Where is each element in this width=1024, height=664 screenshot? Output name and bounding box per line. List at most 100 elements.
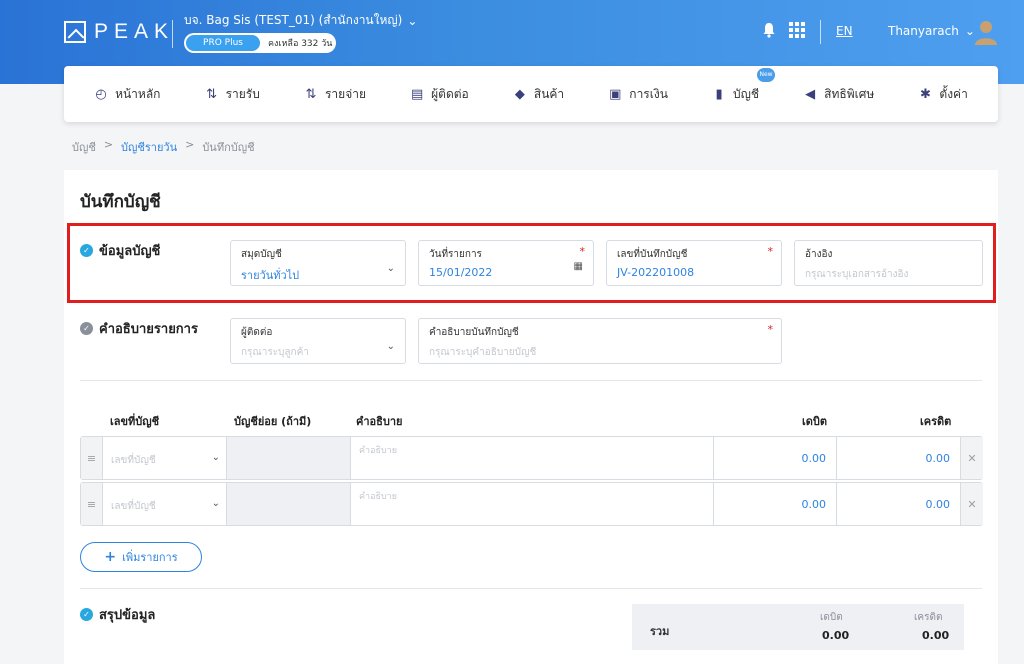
nav-item-privileges[interactable]: ◀ สิทธิพิเศษ: [803, 85, 874, 104]
nav-label: รายจ่าย: [324, 86, 366, 101]
drag-handle-icon[interactable]: ≡: [81, 437, 103, 479]
journal-number-field[interactable]: เลขที่บันทึกบัญชี JV-202201008 *: [606, 240, 782, 286]
journal-book-select[interactable]: สมุดบัญชี รายวันทั่วไป ⌄: [230, 240, 406, 286]
nav-item-accounting[interactable]: ▮ บัญชี New: [712, 66, 777, 104]
nav-label: รายรับ: [225, 86, 260, 101]
sub-account-cell: [227, 483, 351, 525]
total-label: รวม: [650, 625, 670, 638]
column-header-credit: เครดิต: [920, 415, 952, 428]
debit-input[interactable]: 0.00: [713, 437, 837, 479]
section-divider: [80, 588, 982, 589]
description-input[interactable]: คำอธิบาย: [359, 489, 397, 503]
summary-section: ✓ สรุปข้อมูล: [80, 604, 155, 625]
check-circle-icon: ✓: [80, 322, 93, 335]
box-icon: ◆: [514, 86, 525, 102]
add-row-label: เพิ่มรายการ: [122, 551, 178, 564]
avatar[interactable]: [974, 19, 998, 45]
account-placeholder: เลขที่บัญชี: [111, 455, 156, 466]
journal-description-field[interactable]: คำอธิบายบันทึกบัญชี กรุณาระบุคำอธิบายบัญ…: [418, 318, 782, 364]
account-placeholder: เลขที่บัญชี: [111, 501, 156, 512]
credit-total-value: 0.00: [922, 629, 950, 642]
bell-icon[interactable]: [762, 22, 776, 42]
chevron-down-icon: ⌄: [407, 13, 418, 28]
section-title: ข้อมูลบัญชี: [99, 244, 161, 259]
debit-input[interactable]: 0.00: [713, 483, 837, 525]
nav-item-finance[interactable]: ▣ การเงิน: [608, 85, 668, 104]
nav-item-products[interactable]: ◆ สินค้า: [513, 85, 564, 104]
chevron-down-icon: ⌄: [211, 498, 220, 509]
reference-field[interactable]: อ้างอิง กรุณาระบุเอกสารอ้างอิง: [794, 240, 983, 286]
expense-icon: ⇅: [305, 86, 317, 102]
add-row-button[interactable]: + เพิ่มรายการ: [80, 542, 202, 572]
field-label: อ้างอิง: [805, 249, 833, 260]
account-select[interactable]: เลขที่บัญชี ⌄: [103, 483, 227, 525]
transaction-date-field[interactable]: วันที่รายการ 15/01/2022 * ▦: [418, 240, 594, 286]
close-icon[interactable]: ✕: [961, 483, 983, 525]
nav-label: ผู้ติดต่อ: [431, 86, 469, 101]
company-selector[interactable]: บจ. Bag Sis (TEST_01) (สำนักงานใหญ่) ⌄: [184, 11, 417, 30]
field-label: คำอธิบายบันทึกบัญชี: [429, 327, 519, 338]
megaphone-icon: ◀: [805, 86, 816, 102]
nav-item-expense[interactable]: ⇅ รายจ่าย: [304, 85, 366, 104]
breadcrumb-accounting[interactable]: บัญชี: [72, 138, 96, 156]
journal-entry-card: บันทึกบัญชี ✓ ข้อมูลบัญชี สมุดบัญชี รายว…: [64, 170, 998, 664]
table-row: ≡ เลขที่บัญชี ⌄ คำอธิบาย 0.00 0.00 ✕: [80, 482, 983, 526]
breadcrumb-separator: >: [185, 138, 195, 151]
breadcrumb: บัญชี > บัญชีรายวัน > บันทึกบัญชี: [72, 138, 255, 156]
apps-grid-icon[interactable]: [789, 22, 805, 42]
calendar-icon[interactable]: ▦: [574, 261, 583, 272]
column-header-sub-account: บัญชีย่อย (ถ้ามี): [234, 415, 312, 428]
logo-text: PEAK: [94, 20, 175, 43]
nav-label: หน้าหลัก: [115, 86, 161, 101]
table-row: ≡ เลขที่บัญชี ⌄ คำอธิบาย 0.00 0.00 ✕: [80, 436, 983, 480]
breadcrumb-daily-journal[interactable]: บัญชีรายวัน: [121, 138, 177, 156]
chevron-down-icon: ⌄: [386, 263, 395, 274]
chevron-down-icon: ⌄: [386, 341, 395, 352]
required-marker: *: [579, 245, 586, 258]
close-icon[interactable]: ✕: [961, 437, 983, 479]
drag-handle-icon[interactable]: ≡: [81, 483, 103, 525]
credit-total-label: เครดิต: [914, 612, 943, 623]
nav-label: สินค้า: [533, 86, 565, 101]
income-icon: ⇅: [206, 86, 218, 102]
user-menu[interactable]: Thanyarach ⌄: [888, 24, 975, 38]
debit-total-value: 0.00: [822, 629, 850, 642]
column-header-description: คำอธิบาย: [356, 415, 403, 428]
column-header-debit: เดบิต: [802, 415, 828, 428]
field-placeholder: กรุณาระบุคำอธิบายบัญชี: [429, 347, 537, 358]
nav-label: ตั้งค่า: [939, 86, 968, 101]
page-title: บันทึกบัญชี: [80, 192, 161, 212]
nav-item-home[interactable]: ◴ หน้าหลัก: [94, 85, 160, 104]
account-select[interactable]: เลขที่บัญชี ⌄: [103, 437, 227, 479]
required-marker: *: [767, 245, 774, 258]
nav-item-settings[interactable]: ✱ ตั้งค่า: [918, 85, 968, 104]
field-label: ผู้ติดต่อ: [241, 327, 273, 338]
peak-logo[interactable]: PEAK: [64, 20, 174, 44]
dashboard-icon: ◴: [95, 86, 107, 102]
main-nav: ◴ หน้าหลัก ⇅ รายรับ ⇅ รายจ่าย ▤ ผู้ติดต่…: [64, 66, 998, 122]
plan-badge[interactable]: PRO Plus คงเหลือ 332 วัน: [184, 33, 336, 53]
nav-label: การเงิน: [629, 86, 668, 101]
contacts-icon: ▤: [410, 86, 424, 102]
nav-label: สิทธิพิเศษ: [824, 86, 875, 101]
nav-item-contacts[interactable]: ▤ ผู้ติดต่อ: [410, 85, 469, 104]
description-input[interactable]: คำอธิบาย: [359, 443, 397, 457]
contact-select[interactable]: ผู้ติดต่อ กรุณาระบุลูกค้า ⌄: [230, 318, 406, 364]
field-label: สมุดบัญชี: [241, 249, 282, 260]
header-divider: [820, 20, 821, 44]
chevron-down-icon: ⌄: [211, 452, 220, 463]
section-divider: [80, 380, 982, 381]
field-value: 15/01/2022: [429, 266, 493, 279]
ledger-icon: ▮: [715, 86, 723, 102]
section-title: สรุปข้อมูล: [99, 608, 156, 623]
language-switch[interactable]: EN: [836, 24, 853, 38]
credit-input[interactable]: 0.00: [837, 483, 961, 525]
nav-item-income[interactable]: ⇅ รายรับ: [205, 85, 260, 104]
plan-name: PRO Plus: [186, 35, 260, 51]
check-circle-icon: ✓: [80, 608, 93, 621]
credit-input[interactable]: 0.00: [837, 437, 961, 479]
field-placeholder: กรุณาระบุลูกค้า: [241, 347, 309, 358]
description-section: ✓ คำอธิบายรายการ: [80, 318, 198, 339]
header-divider: [172, 20, 173, 48]
new-badge: New: [756, 66, 777, 83]
